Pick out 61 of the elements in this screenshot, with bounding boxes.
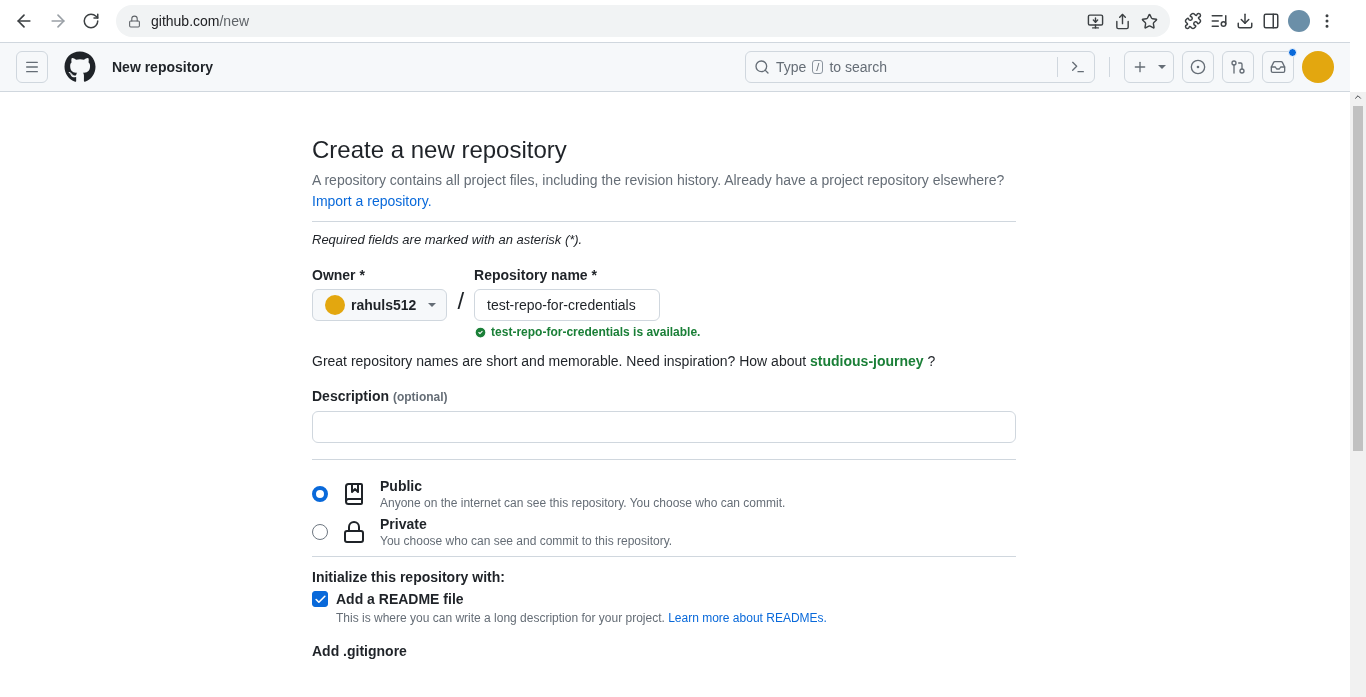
inbox-icon[interactable]	[1270, 59, 1286, 75]
search-placeholder: Type	[776, 59, 807, 75]
description-label: Description (optional)	[312, 388, 448, 404]
issues-button[interactable]	[1182, 51, 1214, 83]
shortcut-key: /	[812, 60, 824, 74]
download-icon[interactable]	[1236, 12, 1254, 30]
profile-avatar[interactable]	[1288, 10, 1310, 32]
caret-icon[interactable]	[1158, 65, 1166, 69]
menu-button[interactable]	[16, 51, 48, 83]
page-heading: Create a new repository	[312, 136, 568, 164]
search-placeholder: to search	[829, 59, 887, 75]
scrollbar[interactable]	[1350, 92, 1366, 697]
suggested-name-link[interactable]: studious-journey	[810, 353, 924, 369]
init-heading: Initialize this repository with:	[312, 569, 506, 585]
scroll-up-icon[interactable]	[1353, 92, 1363, 102]
import-link[interactable]: Import a repository.	[312, 193, 432, 209]
owner-avatar	[325, 295, 345, 315]
search-field[interactable]: Type / to search	[745, 51, 1095, 83]
lock-icon	[128, 14, 141, 28]
repo-name-field[interactable]: test-repo-for-credentials	[474, 289, 661, 321]
inspiration-text: Great repository names are short and memorable. Need inspiration? How about studious-journey ?	[312, 353, 937, 369]
visibility-label: Public	[380, 478, 423, 494]
share-icon[interactable]	[1114, 12, 1131, 30]
required-note: Required fields are marked with an asterisk (*).	[312, 232, 584, 247]
address-bar[interactable]: github.com/new	[116, 5, 1170, 37]
radio-button[interactable]	[312, 486, 328, 502]
pull-requests-button[interactable]	[1222, 51, 1254, 83]
visibility-label: Private	[380, 516, 428, 532]
create-new-button[interactable]	[1124, 51, 1174, 83]
inbox-button[interactable]	[1262, 51, 1294, 83]
owner-label: Owner *	[312, 267, 366, 283]
path-separator: /	[456, 287, 466, 315]
readme-link[interactable]: Learn more about READMEs.	[668, 611, 827, 625]
intro-text: A repository contains all project files, including the revision history. Already have a project repository elsewhere? Import a repository.	[312, 171, 1006, 211]
side-panel-icon[interactable]	[1262, 12, 1280, 30]
readme-note: This is where you can write a long description for your project. Learn more about READMEs.	[336, 611, 828, 625]
repo-book-icon	[342, 482, 366, 506]
circle-dot-icon[interactable]	[1190, 59, 1206, 75]
gitignore-label: Add .gitignore	[312, 643, 408, 659]
check-circle-icon	[474, 325, 488, 339]
availability-message: test-repo-for-credentials is available.	[474, 325, 701, 339]
command-palette-icon[interactable]	[1070, 59, 1086, 75]
visibility-note: You choose who can see and commit to this repository.	[380, 534, 673, 548]
caret-icon	[428, 303, 437, 307]
pull-request-icon[interactable]	[1230, 59, 1246, 75]
install-icon[interactable]	[1087, 12, 1104, 30]
lock-icon	[342, 520, 366, 544]
description-field[interactable]	[312, 411, 1016, 443]
puzzle-icon[interactable]	[1184, 12, 1202, 30]
bookmark-star-icon[interactable]	[1141, 12, 1158, 30]
github-logo-icon[interactable]	[64, 51, 96, 83]
owner-dropdown[interactable]: rahuls512	[312, 289, 448, 321]
search-icon	[754, 59, 770, 75]
page-title: New repository	[112, 59, 214, 75]
readme-label: Add a README file	[336, 591, 464, 607]
menu-icon[interactable]	[24, 59, 40, 75]
plus-icon[interactable]	[1132, 59, 1148, 75]
visibility-note: Anyone on the internet can see this repository. You choose who can commit.	[380, 496, 786, 510]
media-list-icon[interactable]	[1210, 12, 1228, 30]
readme-checkbox[interactable]	[312, 591, 328, 607]
repo-name-label: Repository name *	[474, 267, 598, 283]
